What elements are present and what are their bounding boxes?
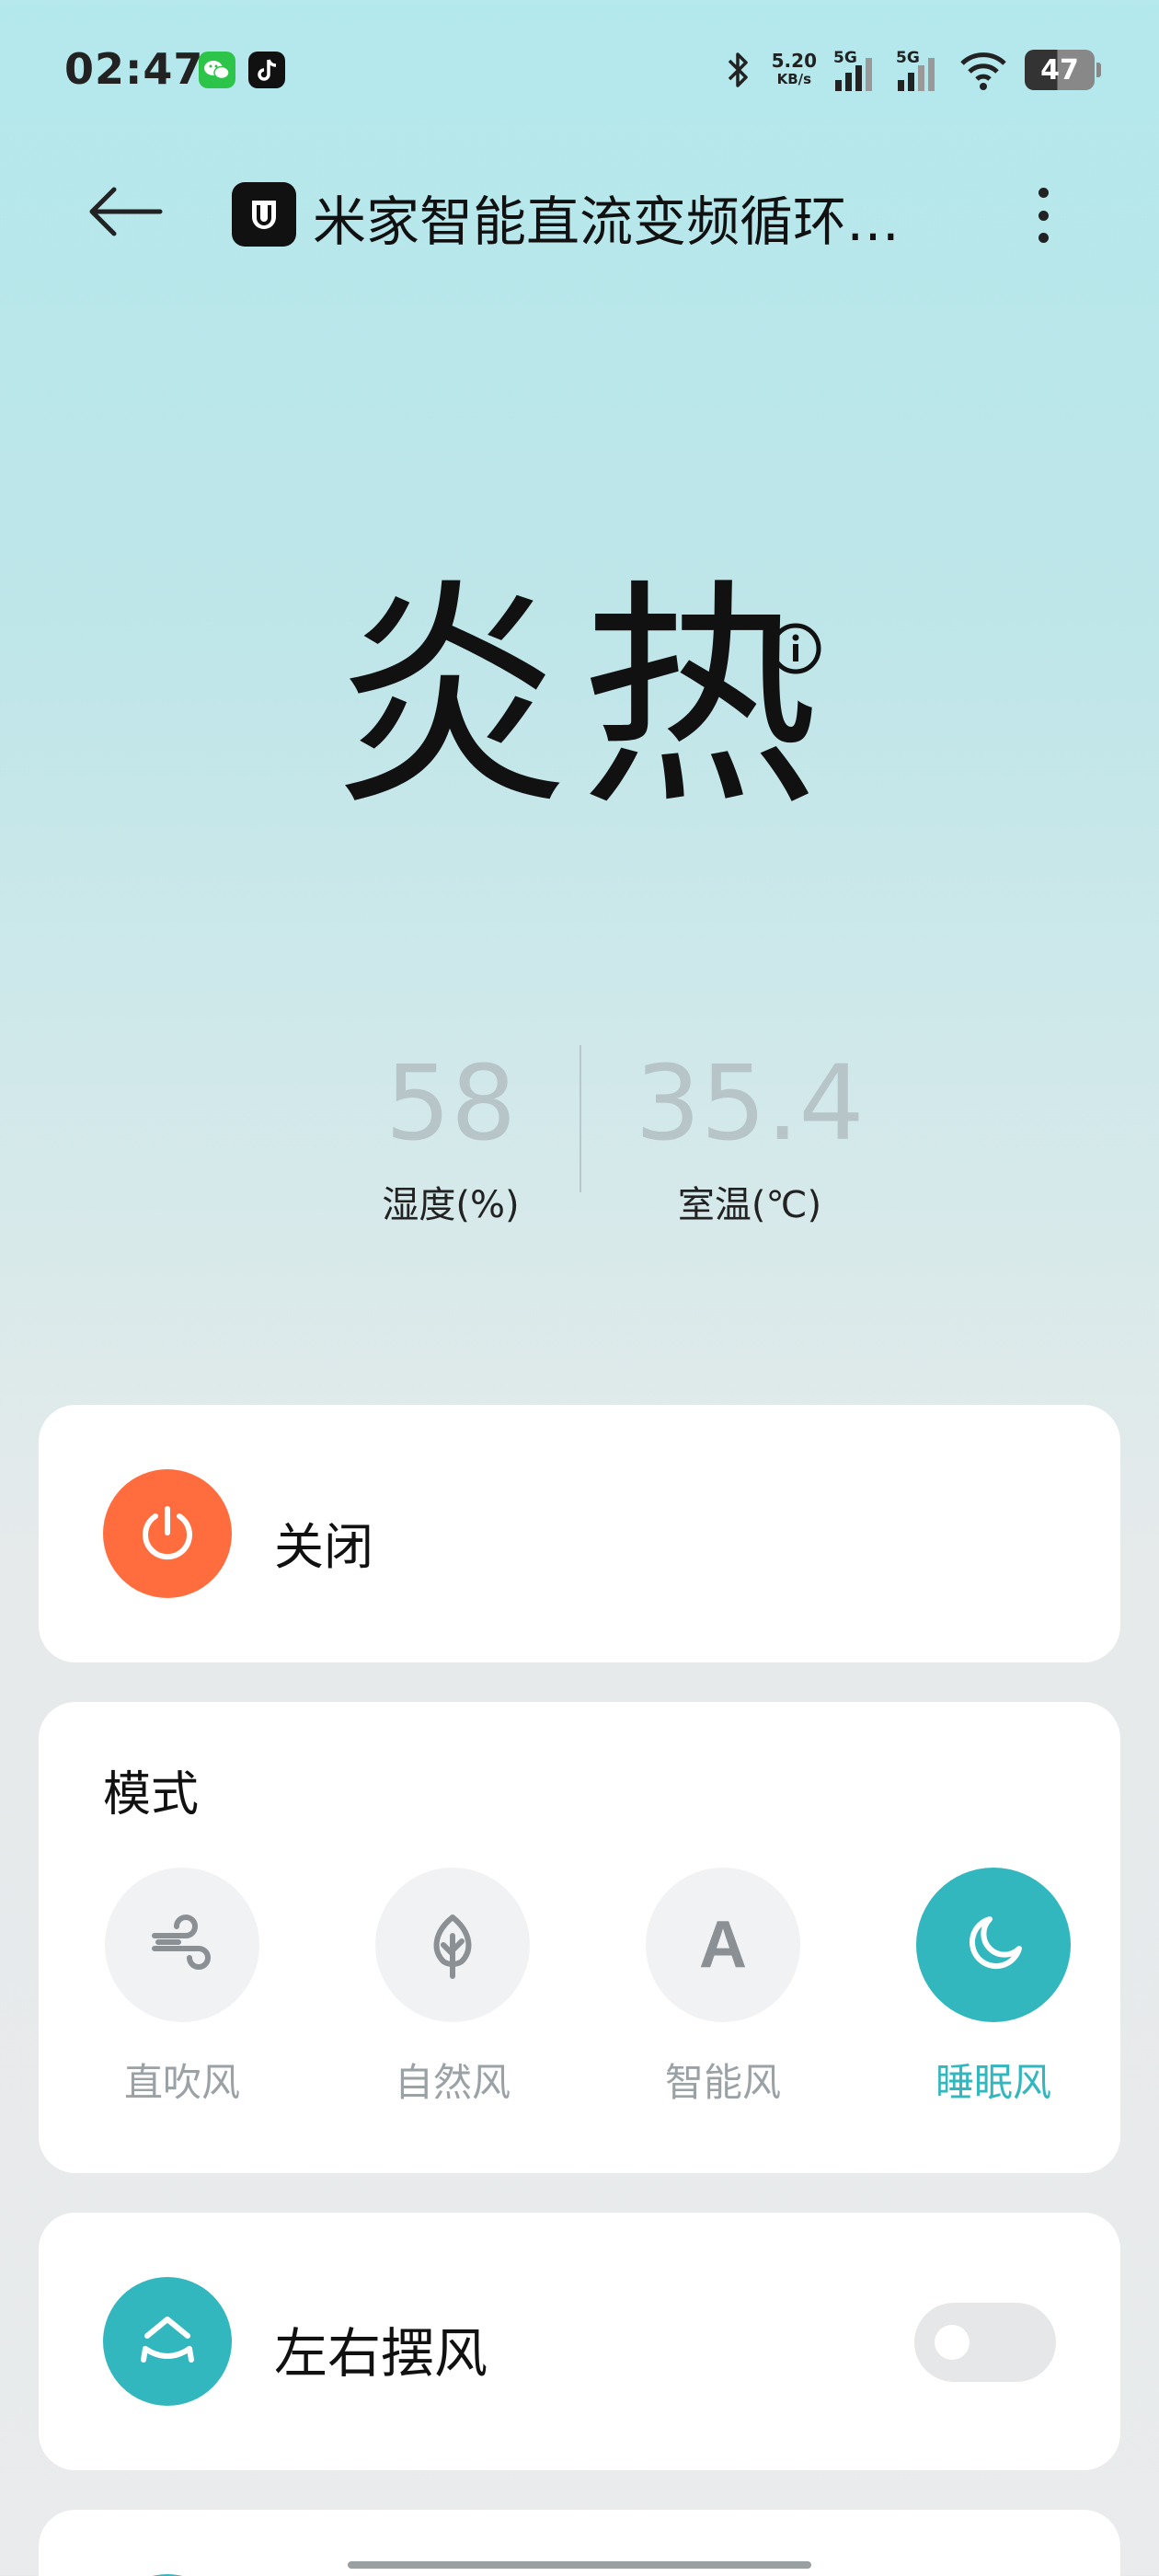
tiktok-icon bbox=[248, 52, 285, 88]
temperature-label: 室温(℃) bbox=[677, 1184, 822, 1226]
swing-icon-button bbox=[103, 2277, 232, 2406]
power-button[interactable] bbox=[103, 1469, 232, 1598]
mode-option-button[interactable] bbox=[105, 1868, 259, 2022]
humidity-label: 湿度(%) bbox=[382, 1184, 520, 1226]
signal-icon-2: 5G bbox=[896, 47, 942, 93]
network-speed-unit: KB/s bbox=[776, 71, 812, 87]
more-vertical-icon bbox=[1038, 188, 1049, 198]
moon-icon bbox=[969, 1916, 1022, 1970]
mode-option-label: 直吹风 bbox=[123, 2060, 240, 2105]
network-speed-value: 5.20 bbox=[771, 50, 817, 72]
leaf-icon bbox=[433, 1915, 472, 1979]
back-button[interactable] bbox=[83, 182, 167, 241]
swing-icon bbox=[141, 2317, 194, 2363]
mode-option-button[interactable] bbox=[375, 1868, 530, 2022]
mode-option-smart[interactable]: A 智能风 bbox=[635, 1868, 800, 2125]
info-icon[interactable] bbox=[769, 622, 822, 675]
mode-option-natural[interactable]: 自然风 bbox=[364, 1868, 530, 2125]
more-dot bbox=[1038, 210, 1049, 221]
home-indicator[interactable] bbox=[348, 2561, 811, 2569]
swing-card: 左右摆风 bbox=[39, 2213, 1120, 2470]
mode-option-label: 智能风 bbox=[664, 2060, 781, 2105]
mode-card: 模式 直吹风 自然风 A 智能风 睡眠风 bbox=[39, 1702, 1120, 2173]
swing-toggle[interactable] bbox=[914, 2303, 1056, 2382]
status-time: 02:47 bbox=[64, 44, 204, 94]
mode-option-direct[interactable]: 直吹风 bbox=[94, 1868, 259, 2125]
more-options-button[interactable] bbox=[1021, 178, 1065, 252]
mode-option-label: 自然风 bbox=[394, 2060, 511, 2105]
arrow-left-icon bbox=[89, 187, 163, 236]
mode-option-button-active[interactable] bbox=[916, 1868, 1071, 2022]
signal-icon: 5G bbox=[833, 47, 879, 93]
mode-option-sleep[interactable]: 睡眠风 bbox=[905, 1868, 1071, 2125]
sensor-readings: 58 湿度(%) 35.4 室温(℃) bbox=[0, 1030, 1159, 1226]
toggle-knob bbox=[935, 2325, 970, 2360]
app-header: 米家智能直流变频循环… bbox=[0, 166, 1159, 258]
bluetooth-icon bbox=[720, 49, 755, 91]
wechat-icon bbox=[199, 52, 235, 88]
temperature-reading: 35.4 室温(℃) bbox=[635, 1030, 865, 1233]
humidity-value: 58 bbox=[384, 1044, 517, 1164]
power-card: 关闭 bbox=[39, 1405, 1120, 1662]
letter-a-icon: A bbox=[699, 1908, 747, 1982]
mode-option-button[interactable]: A bbox=[646, 1868, 800, 2022]
battery-indicator: 47 bbox=[1025, 50, 1101, 90]
page-title: 米家智能直流变频循环… bbox=[313, 190, 901, 253]
network-speed: 5.20 KB/s bbox=[772, 52, 817, 88]
mode-option-label-active: 睡眠风 bbox=[935, 2060, 1051, 2105]
wind-icon bbox=[152, 1915, 211, 1970]
mode-title: 模式 bbox=[103, 1767, 200, 1823]
more-dot bbox=[1038, 233, 1049, 243]
humidity-reading: 58 湿度(%) bbox=[350, 1030, 552, 1233]
power-icon bbox=[143, 1506, 192, 1560]
swing-label: 左右摆风 bbox=[274, 2322, 488, 2385]
status-bar: 02:47 5.20 KB/s 5G 5G 47 bbox=[0, 0, 1159, 138]
mijia-logo-icon bbox=[232, 182, 296, 247]
comfort-status: 炎热 bbox=[331, 560, 828, 838]
temperature-value: 35.4 bbox=[635, 1044, 865, 1164]
readings-divider bbox=[580, 1045, 581, 1192]
status-indicators: 5.20 KB/s 5G 5G 47 bbox=[720, 44, 1101, 96]
wifi-icon bbox=[958, 49, 1008, 91]
power-label: 关闭 bbox=[274, 1518, 373, 1576]
